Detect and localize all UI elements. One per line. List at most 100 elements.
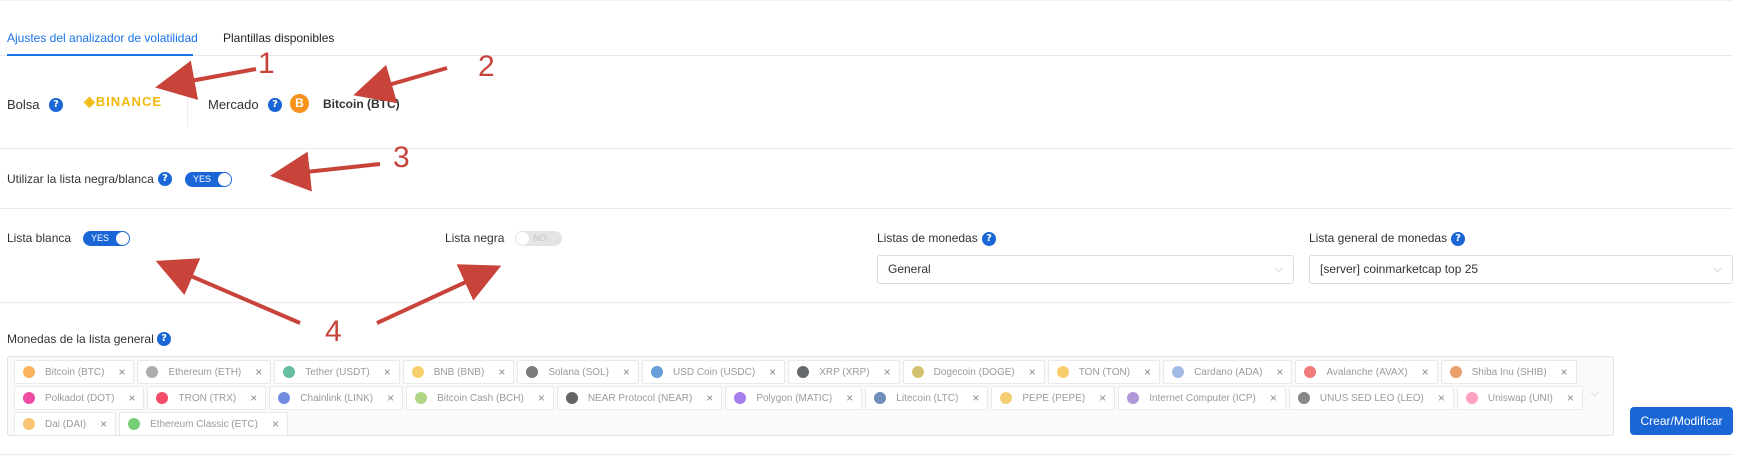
market-help-icon[interactable]: ?	[268, 98, 282, 112]
coin-icon	[1056, 366, 1069, 378]
close-icon[interactable]: ×	[846, 391, 853, 405]
coin-chip[interactable]: USD Coin (USDC) ×	[641, 360, 786, 384]
coin-lists-help-icon[interactable]: ?	[982, 232, 996, 246]
close-icon[interactable]: ×	[387, 391, 394, 405]
chevron-down-icon[interactable]: ⌵	[1591, 387, 1599, 400]
coin-chip[interactable]: Solana (SOL) ×	[517, 360, 639, 384]
coin-chip[interactable]: Polygon (MATIC) ×	[725, 386, 863, 410]
coin-chip[interactable]: TON (TON) ×	[1047, 360, 1161, 384]
coin-icon	[415, 392, 428, 404]
close-icon[interactable]: ×	[1270, 391, 1277, 405]
close-icon[interactable]: ×	[538, 391, 545, 405]
coin-icon	[1127, 392, 1140, 404]
close-icon[interactable]: ×	[1144, 365, 1151, 379]
coin-icon	[1449, 366, 1462, 378]
close-icon[interactable]: ×	[118, 365, 125, 379]
coin-chip[interactable]: Shiba Inu (SHIB) ×	[1440, 360, 1577, 384]
chevron-down-icon: ⌵	[1713, 263, 1722, 275]
close-icon[interactable]: ×	[1029, 365, 1036, 379]
exchange-value: BINANCE	[95, 94, 163, 109]
general-list-label: Lista general de monedas	[1309, 231, 1448, 245]
general-coins-row: Monedas de la lista general ? Bitcoin (B…	[0, 303, 1733, 455]
coin-chip[interactable]: BNB (BNB) ×	[402, 360, 515, 384]
coin-chip-label: Ethereum (ETH)	[168, 366, 242, 378]
coin-chip[interactable]: UNUS SED LEO (LEO) ×	[1288, 386, 1454, 410]
coin-chip[interactable]: Uniswap (UNI) ×	[1456, 386, 1583, 410]
close-icon[interactable]: ×	[1567, 391, 1574, 405]
close-icon[interactable]: ×	[884, 365, 891, 379]
coin-chip-label: Tether (USDT)	[305, 366, 370, 378]
create-modify-button[interactable]: Crear/Modificar	[1630, 407, 1733, 435]
general-list-select[interactable]: [server] coinmarketcap top 25 ⌵	[1309, 255, 1733, 284]
coin-chip[interactable]: Chainlink (LINK) ×	[269, 386, 404, 410]
close-icon[interactable]: ×	[706, 391, 713, 405]
binance-logo-icon[interactable]: ◈BINANCE	[84, 93, 162, 110]
coin-chip-label: BNB (BNB)	[433, 366, 485, 378]
coin-chip-label: Ethereum Classic (ETC)	[150, 418, 258, 430]
close-icon[interactable]: ×	[255, 365, 262, 379]
coin-chip[interactable]: Dogecoin (DOGE) ×	[902, 360, 1045, 384]
coin-icon	[526, 366, 539, 378]
blacklist-toggle[interactable]: NO	[515, 231, 562, 246]
close-icon[interactable]: ×	[128, 391, 135, 405]
toggle-text: YES	[91, 233, 110, 243]
close-icon[interactable]: ×	[384, 365, 391, 379]
coin-chip[interactable]: XRP (XRP) ×	[788, 360, 900, 384]
coin-chip-label: Polygon (MATIC)	[756, 392, 833, 404]
coin-chip[interactable]: Cardano (ADA) ×	[1163, 360, 1293, 384]
coin-chip[interactable]: TRON (TRX) ×	[147, 386, 267, 410]
coin-icon	[1172, 366, 1185, 378]
close-icon[interactable]: ×	[250, 391, 257, 405]
coin-icon	[146, 366, 159, 378]
whitelist-label: Lista blanca	[7, 231, 72, 245]
coin-chip[interactable]: Avalanche (AVAX) ×	[1295, 360, 1438, 384]
coin-chip[interactable]: Dai (DAI) ×	[14, 412, 117, 436]
coin-icon	[874, 392, 887, 404]
toggle-text: YES	[193, 174, 212, 184]
close-icon[interactable]: ×	[972, 391, 979, 405]
coin-chip[interactable]: NEAR Protocol (NEAR) ×	[556, 386, 723, 410]
close-icon[interactable]: ×	[1099, 391, 1106, 405]
coin-lists-select[interactable]: General ⌵	[877, 255, 1294, 284]
coin-chip[interactable]: Litecoin (LTC) ×	[865, 386, 989, 410]
coin-chip[interactable]: Bitcoin (BTC) ×	[14, 360, 135, 384]
coin-chip[interactable]: Ethereum Classic (ETC) ×	[119, 412, 288, 436]
tab-volatility-settings[interactable]: Ajustes del analizador de volatilidad	[7, 31, 198, 45]
close-icon[interactable]: ×	[498, 365, 505, 379]
close-icon[interactable]: ×	[1438, 391, 1445, 405]
coin-icon	[1465, 392, 1478, 404]
general-list-help-icon[interactable]: ?	[1451, 232, 1465, 246]
close-icon[interactable]: ×	[1276, 365, 1283, 379]
close-icon[interactable]: ×	[1422, 365, 1429, 379]
whitelist-toggle[interactable]: YES	[83, 231, 130, 246]
use-list-help-icon[interactable]: ?	[158, 172, 172, 186]
close-icon[interactable]: ×	[1561, 365, 1568, 379]
coin-chip[interactable]: Bitcoin Cash (BCH) ×	[406, 386, 554, 410]
general-coins-multiselect[interactable]: Bitcoin (BTC) × Ethereum (ETH) × Tether (USD…	[7, 356, 1614, 436]
coin-chip[interactable]: Polkadot (DOT) ×	[14, 386, 145, 410]
use-list-toggle[interactable]: YES	[185, 172, 232, 187]
coin-chip[interactable]: Internet Computer (ICP) ×	[1118, 386, 1286, 410]
close-icon[interactable]: ×	[100, 417, 107, 431]
toggle-text: NO	[533, 233, 547, 243]
coin-icon	[156, 392, 169, 404]
market-value[interactable]: Bitcoin (BTC)	[323, 97, 400, 111]
exchange-help-icon[interactable]: ?	[49, 98, 63, 112]
general-coins-help-icon[interactable]: ?	[157, 332, 171, 346]
coin-chip-label: Chainlink (LINK)	[300, 392, 374, 404]
coin-icon	[911, 366, 924, 378]
tab-available-templates[interactable]: Plantillas disponibles	[223, 31, 334, 45]
exchange-market-row: Bolsa ? ◈BINANCE Mercado ? B Bitcoin (BT…	[0, 56, 1733, 149]
coin-icon	[278, 392, 291, 404]
close-icon[interactable]: ×	[623, 365, 630, 379]
close-icon[interactable]: ×	[272, 417, 279, 431]
coin-chip-label: Internet Computer (ICP)	[1149, 392, 1256, 404]
coin-chip[interactable]: Ethereum (ETH) ×	[137, 360, 272, 384]
coin-icon	[650, 366, 663, 378]
coin-chip[interactable]: Tether (USDT) ×	[274, 360, 400, 384]
close-icon[interactable]: ×	[769, 365, 776, 379]
coin-chip-label: XRP (XRP)	[819, 366, 870, 378]
coin-icon	[1297, 392, 1310, 404]
coin-chip-label: Avalanche (AVAX)	[1326, 366, 1408, 378]
coin-chip[interactable]: PEPE (PEPE) ×	[991, 386, 1116, 410]
